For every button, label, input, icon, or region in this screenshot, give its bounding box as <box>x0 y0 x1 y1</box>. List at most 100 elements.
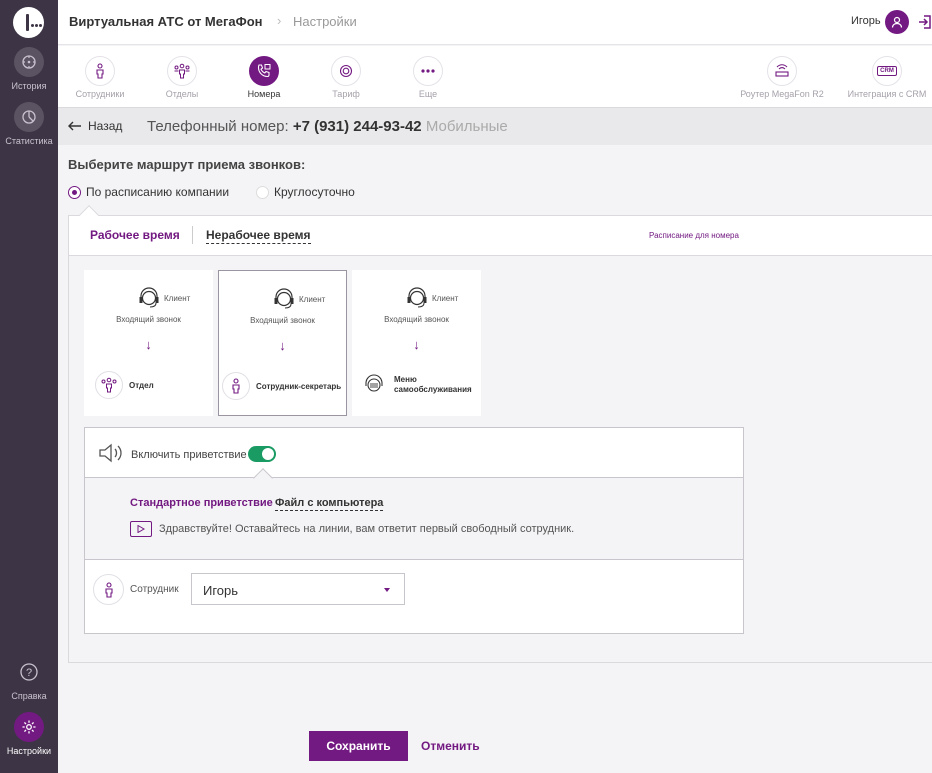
greeting-toggle[interactable] <box>248 446 276 462</box>
greeting-settings: Включить приветствие Стандартное приветс… <box>84 427 744 634</box>
sidebar-item-label: Статистика <box>5 136 53 146</box>
sidebar-item-statistics[interactable]: Статистика <box>0 102 58 146</box>
greeting-toggle-label: Включить приветствие <box>131 449 247 461</box>
history-icon <box>14 47 44 77</box>
incoming-call-label: Входящий звонок <box>116 315 181 324</box>
sidebar-item-label: История <box>11 81 47 91</box>
employee-label: Сотрудник <box>130 584 179 595</box>
tab-label: Номера <box>247 89 281 99</box>
number-header: Назад Телефонный номер: +7 (931) 244-93-… <box>58 108 932 145</box>
tab-nonworking-time[interactable]: Нерабочее время <box>206 228 311 244</box>
tab-working-time[interactable]: Рабочее время <box>90 228 180 242</box>
settings-tabs: Сотрудники Отделы Номера Тариф Еще Роуте… <box>58 46 932 108</box>
route-target: Отдел <box>95 371 154 399</box>
chevron-down-icon <box>384 588 390 592</box>
ivr-icon <box>360 371 388 399</box>
greeting-toggle-row: Включить приветствие <box>85 428 743 478</box>
employee-icon <box>222 372 250 400</box>
number-schedule-link[interactable]: Расписание для номера <box>649 231 739 240</box>
radio-button[interactable] <box>256 185 269 199</box>
more-icon <box>413 56 443 86</box>
headset-icon <box>274 288 294 309</box>
user-name[interactable]: Игорь <box>851 15 881 27</box>
arrow-down-icon: ↓ <box>145 337 152 352</box>
client-label: Клиент <box>271 288 325 310</box>
cancel-button[interactable]: Отменить <box>421 739 480 753</box>
client-label: Клиент <box>136 287 190 309</box>
tab-employees[interactable]: Сотрудники <box>60 56 140 99</box>
sidebar-item-label: Справка <box>11 691 47 701</box>
tab-departments[interactable]: Отделы <box>142 56 222 99</box>
tab-more[interactable]: Еще <box>388 56 468 99</box>
radio-button-checked[interactable] <box>68 185 81 199</box>
sidebar-item-label: Настройки <box>6 746 52 756</box>
tab-tariff[interactable]: Тариф <box>306 56 386 99</box>
divider <box>192 226 193 244</box>
back-button[interactable]: Назад <box>68 119 122 133</box>
tab-standard-greeting[interactable]: Стандартное приветствие <box>130 497 273 509</box>
phone-icon <box>249 56 279 86</box>
phone-number: +7 (931) 244-93-42 <box>292 118 422 135</box>
save-button[interactable]: Сохранить <box>309 731 408 761</box>
radio-label: Круглосуточно <box>274 185 355 199</box>
tab-label: Еще <box>418 89 438 99</box>
tariff-icon <box>331 56 361 86</box>
tab-label: Роутер MegaFon R2 <box>740 89 824 99</box>
avatar[interactable] <box>885 10 909 34</box>
logout-icon[interactable] <box>917 12 932 32</box>
back-label: Назад <box>88 119 123 133</box>
tab-router[interactable]: Роутер MegaFon R2 <box>737 56 827 99</box>
route-target: Сотрудник-секретарь <box>222 372 341 400</box>
breadcrumb-separator: › <box>277 13 282 28</box>
greeting-text: Здравствуйте! Оставайтесь на линии, вам … <box>159 523 575 535</box>
crm-icon: CRM <box>872 56 902 86</box>
speaker-icon <box>98 442 124 469</box>
megafon-logo[interactable] <box>13 7 44 38</box>
sidebar-item-help[interactable]: ? Справка <box>0 657 58 701</box>
route-title: Выберите маршрут приема звонков: <box>68 157 306 172</box>
incoming-call-label: Входящий звонок <box>250 316 315 325</box>
radio-company-schedule[interactable]: По расписанию компании <box>68 185 229 199</box>
svg-text:?: ? <box>26 667 32 679</box>
arrow-left-icon <box>68 121 81 131</box>
route-target: Меню самообслуживания <box>360 371 476 399</box>
route-card-department[interactable]: Клиент Входящий звонок ↓ Отдел <box>84 270 213 416</box>
tab-crm-integration[interactable]: CRM Интеграция с CRM <box>844 56 930 99</box>
radio-round-the-clock[interactable]: Круглосуточно <box>256 185 355 199</box>
statistics-icon <box>14 102 44 132</box>
employee-icon <box>85 56 115 86</box>
tab-label: Интеграция с CRM <box>847 89 927 99</box>
gear-icon <box>14 712 44 742</box>
schedule-tabs: Рабочее время Нерабочее время Расписание… <box>69 216 932 256</box>
department-icon <box>167 56 197 86</box>
employee-select-value: Игорь <box>203 583 239 598</box>
department-icon <box>95 371 123 399</box>
play-icon[interactable] <box>130 521 152 537</box>
app-title[interactable]: Виртуальная АТС от МегаФон <box>69 14 263 29</box>
top-header: Виртуальная АТС от МегаФон › Настройки И… <box>58 0 932 45</box>
left-sidebar: История Статистика ? Справка Настройки <box>0 0 58 773</box>
route-card-secretary[interactable]: Клиент Входящий звонок ↓ Сотрудник-секре… <box>218 270 347 416</box>
phone-type: Мобильные <box>425 118 508 135</box>
arrow-down-icon: ↓ <box>413 337 420 352</box>
employee-icon <box>93 574 124 605</box>
radio-label: По расписанию компании <box>86 185 230 199</box>
incoming-call-label: Входящий звонок <box>384 315 449 324</box>
tab-file-from-computer[interactable]: Файл с компьютера <box>275 497 384 511</box>
client-label: Клиент <box>404 287 458 309</box>
tab-numbers[interactable]: Номера <box>224 56 304 99</box>
help-icon: ? <box>14 657 44 687</box>
sidebar-item-history[interactable]: История <box>0 47 58 91</box>
employee-row: Сотрудник Игорь <box>85 559 743 633</box>
arrow-down-icon: ↓ <box>279 338 286 353</box>
phone-prefix: Телефонный номер: <box>147 118 289 135</box>
tab-label: Сотрудники <box>75 89 125 99</box>
route-card-ivr[interactable]: Клиент Входящий звонок ↓ Меню самообслуж… <box>352 270 481 416</box>
tab-label: Тариф <box>332 89 360 99</box>
phone-number-title: Телефонный номер: +7 (931) 244-93-42 Моб… <box>147 118 508 135</box>
headset-icon <box>407 287 427 308</box>
sidebar-item-settings[interactable]: Настройки <box>0 712 58 756</box>
tab-label: Отделы <box>165 89 199 99</box>
breadcrumb: Настройки <box>293 14 357 29</box>
employee-select[interactable]: Игорь <box>191 573 405 605</box>
